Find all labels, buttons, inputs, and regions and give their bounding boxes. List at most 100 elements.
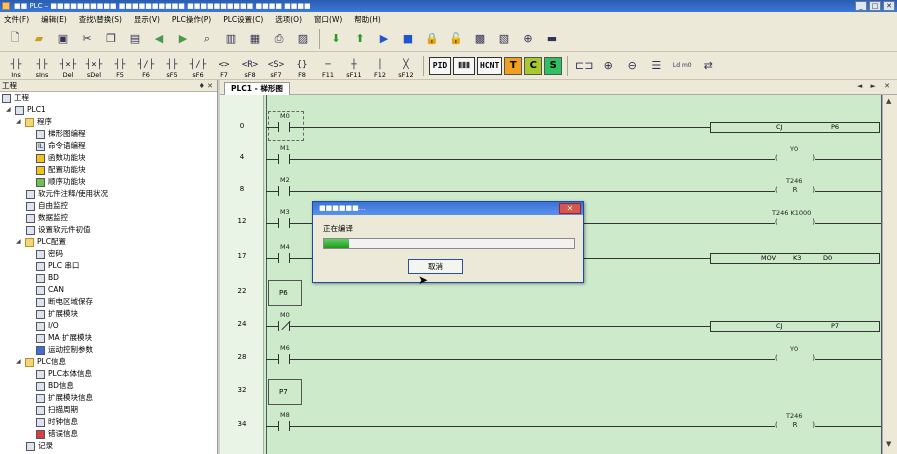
close-button[interactable]: ✕ <box>883 1 895 11</box>
tree-ma-ext[interactable]: MA 扩展模块 <box>36 332 92 344</box>
find-binoculars-icon[interactable]: ⌕ <box>196 28 218 50</box>
vertical-scrollbar[interactable]: ▲ ▼ <box>882 95 897 454</box>
print-icon[interactable]: ⎙ <box>268 28 290 50</box>
scroll-up-icon[interactable]: ▲ <box>886 97 891 105</box>
menu-plc-operation[interactable]: PLC操作(P) <box>172 14 211 25</box>
pid-button[interactable]: PID <box>429 56 451 75</box>
tree-instruction[interactable]: IL 命令语编程 <box>36 140 86 152</box>
rung-icon[interactable]: ⊏⊐ <box>573 55 595 77</box>
no-contact[interactable] <box>278 218 290 228</box>
tree-ext-info[interactable]: 扩展模块信息 <box>36 392 93 404</box>
tree-io[interactable]: I/O <box>36 320 59 332</box>
zoom-out-icon[interactable]: ⊖ <box>621 55 643 77</box>
timer-button[interactable]: T <box>504 56 523 75</box>
menu-edit[interactable]: 编辑(E) <box>41 14 67 25</box>
no-contact[interactable] <box>278 421 290 431</box>
dialog-close-button[interactable]: ✕ <box>559 203 581 214</box>
tree-scan[interactable]: 扫描周期 <box>36 404 78 416</box>
tree-config-block[interactable]: 配置功能块 <box>36 164 86 176</box>
tree-plc1[interactable]: ◢ PLC1 <box>6 104 46 116</box>
reset-coil[interactable]: (R) <box>775 185 815 196</box>
tree-func-block[interactable]: 函数功能块 <box>36 152 86 164</box>
tree-plc-info[interactable]: ◢ PLC信息 <box>16 356 66 368</box>
run-icon[interactable]: ▶ <box>373 28 395 50</box>
no-contact[interactable] <box>278 154 290 164</box>
new-file-icon[interactable]: 🗋 <box>4 28 26 50</box>
stop-icon[interactable]: ■ <box>397 28 419 50</box>
unlock-icon[interactable]: 🔓 <box>445 28 467 50</box>
nc-contact-button[interactable]: ┤/├ F6 <box>134 53 158 79</box>
compile-icon[interactable]: ▨ <box>292 28 314 50</box>
cancel-button[interactable]: 取消 <box>408 259 463 274</box>
collapse-arrow-icon[interactable]: ◢ <box>6 104 12 116</box>
tree-bd-info[interactable]: BD信息 <box>36 380 74 392</box>
tree-project[interactable]: 工程 <box>2 92 29 104</box>
menu-plc-settings[interactable]: PLC设置(C) <box>223 14 263 25</box>
no-contact[interactable] <box>278 186 290 196</box>
collapse-arrow-icon[interactable]: ◢ <box>16 116 22 128</box>
pulse-button[interactable]: ⅡⅡⅡ <box>453 56 475 75</box>
set-coil-button[interactable]: <S> sF7 <box>264 53 288 79</box>
tree-free-monitor[interactable]: 自由监控 <box>26 200 68 212</box>
forward-arrow-icon[interactable]: ▶ <box>172 28 194 50</box>
tree-comment[interactable]: 软元件注释/使用状况 <box>26 188 108 200</box>
tree-seq-block[interactable]: 顺序功能块 <box>36 176 86 188</box>
device-icon[interactable]: ▬ <box>541 28 563 50</box>
menu-file[interactable]: 文件(F) <box>4 14 29 25</box>
tree-password[interactable]: 密码 <box>36 248 63 260</box>
lock-icon[interactable]: 🔒 <box>421 28 443 50</box>
collapse-arrow-icon[interactable]: ◢ <box>16 356 22 368</box>
parallel-no-button[interactable]: ┤├ sF5 <box>160 53 184 79</box>
tree-init-value[interactable]: 设置软元件初值 <box>26 224 91 236</box>
tree-ladder[interactable]: 梯形图编程 <box>36 128 86 140</box>
tree-motion[interactable]: 运动控制参数 <box>36 344 93 356</box>
download-arrow-icon[interactable]: ⬇ <box>325 28 347 50</box>
tree-error[interactable]: 错误信息 <box>36 428 78 440</box>
tree-record[interactable]: 记录 <box>26 440 53 452</box>
tree-bd[interactable]: BD <box>36 272 59 284</box>
timer-coil[interactable]: () <box>775 217 815 228</box>
upload-arrow-icon[interactable]: ⬆ <box>349 28 371 50</box>
tree-clock[interactable]: 时钟信息 <box>36 416 78 428</box>
pointer-label[interactable]: P6 <box>268 280 302 306</box>
scroll-down-icon[interactable]: ▼ <box>886 440 891 448</box>
delete-button[interactable]: ┤×├ Del <box>56 53 80 79</box>
hcnt-button[interactable]: HCNT <box>477 56 503 75</box>
menu-options[interactable]: 选项(O) <box>275 14 302 25</box>
horizontal-line-button[interactable]: ─ F11 <box>316 53 340 79</box>
tree-program[interactable]: ◢ 程序 <box>16 116 52 128</box>
tree-serial[interactable]: PLC 串口 <box>36 260 79 272</box>
tree-power-save[interactable]: 断电区域保存 <box>36 296 93 308</box>
print-preview-icon[interactable]: ▥ <box>220 28 242 50</box>
paste-icon[interactable]: ▤ <box>124 28 146 50</box>
list-view-icon[interactable]: ☰ <box>645 55 667 77</box>
tab-navigation[interactable]: ◄ ► ✕ <box>857 82 893 90</box>
delete-vertical-button[interactable]: ╳ sF12 <box>394 53 418 79</box>
cut-icon[interactable]: ✂ <box>76 28 98 50</box>
application-instr-button[interactable]: {} F8 <box>290 53 314 79</box>
vertical-line-button[interactable]: │ F12 <box>368 53 392 79</box>
instruction-box[interactable]: CJ P7 <box>710 321 880 332</box>
output-coil[interactable]: () <box>775 153 815 164</box>
zoom-in-icon[interactable]: ⊕ <box>597 55 619 77</box>
monitor-icon[interactable]: ▧ <box>493 28 515 50</box>
tree-plc-body[interactable]: PLC本体信息 <box>36 368 92 380</box>
instruction-box[interactable]: MOV K3 D0 <box>710 253 880 264</box>
state-button[interactable]: S <box>544 56 563 75</box>
ld-m0-button[interactable]: Ld m0 <box>669 55 695 77</box>
copy-icon[interactable]: ❐ <box>100 28 122 50</box>
minimize-button[interactable]: _ <box>855 1 867 11</box>
document-icon[interactable]: ▦ <box>244 28 266 50</box>
parallel-nc-button[interactable]: ┤/├ sF6 <box>186 53 210 79</box>
reset-coil[interactable]: (R) <box>775 420 815 431</box>
insert-button[interactable]: ┤├ Ins <box>4 53 28 79</box>
menu-window[interactable]: 窗口(W) <box>314 14 342 25</box>
menu-find-replace[interactable]: 查找\替换(S) <box>79 14 122 25</box>
tab-plc1-ladder[interactable]: PLC1 - 梯形图 <box>224 82 290 95</box>
menu-help[interactable]: 帮助(H) <box>354 14 381 25</box>
no-contact[interactable] <box>278 354 290 364</box>
zoom-icon[interactable]: ⊕ <box>517 28 539 50</box>
convert-icon[interactable]: ⇄ <box>697 55 719 77</box>
menu-view[interactable]: 显示(V) <box>134 14 160 25</box>
maximize-button[interactable]: □ <box>869 1 881 11</box>
